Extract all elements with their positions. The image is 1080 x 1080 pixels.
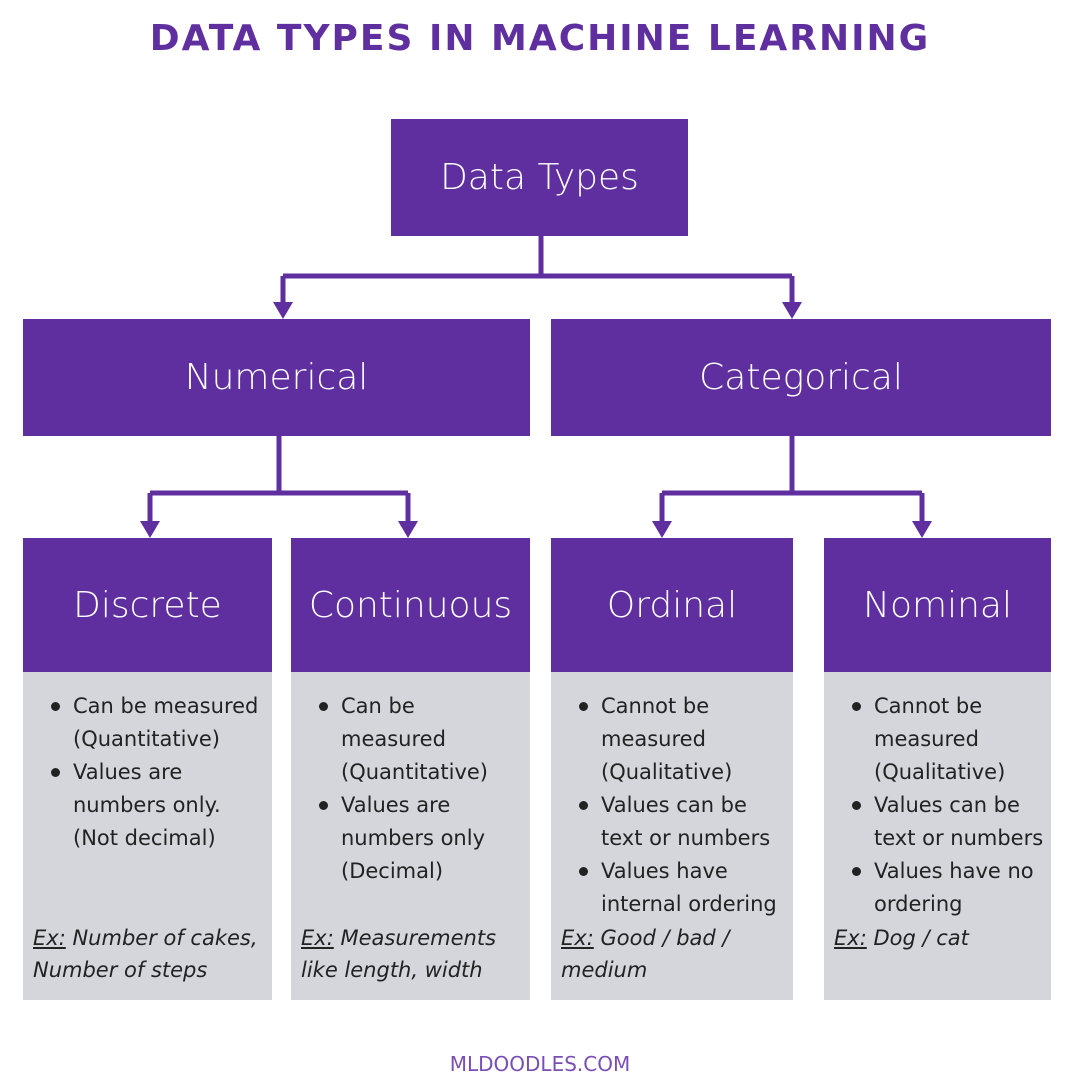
node-label: Continuous	[308, 584, 513, 626]
arrow-down-icon	[140, 521, 160, 538]
node-label: Discrete	[73, 584, 222, 626]
example-text: Ex: Measurements like length, width	[301, 922, 526, 986]
bullet-icon	[51, 702, 60, 711]
list-item: Values can be text or numbers	[834, 789, 1047, 855]
list-item: Values have no ordering	[834, 855, 1047, 921]
bullet-icon	[579, 702, 588, 711]
bullet-icon	[579, 867, 588, 876]
arrow-down-icon	[782, 302, 802, 319]
list-item: Values have internal ordering	[561, 855, 789, 921]
node-label: Nominal	[863, 584, 1012, 626]
list-item: Values can be text or numbers	[561, 789, 789, 855]
example-value: Number of cakes, Number of steps	[33, 926, 258, 982]
bullet-list: Cannot be measured (Qualitative) Values …	[561, 690, 789, 921]
example-text: Ex: Number of cakes, Number of steps	[33, 922, 268, 986]
bullet-icon	[852, 867, 861, 876]
bullet-list: Can be measured (Quantitative) Values ar…	[301, 690, 526, 888]
list-item: Values are numbers only (Decimal)	[301, 789, 526, 888]
arrow-down-icon	[273, 302, 293, 319]
bullet-icon	[319, 702, 328, 711]
bullet-icon	[852, 801, 861, 810]
example-label: Ex:	[301, 926, 334, 950]
example-label: Ex:	[561, 926, 594, 950]
node-nominal: Nominal	[824, 538, 1051, 672]
node-label: Data Types	[440, 157, 639, 198]
list-item: Can be measured (Quantitative)	[33, 690, 268, 756]
list-item: Cannot be measured (Qualitative)	[561, 690, 789, 789]
footer-site-link: MLDOODLES.COM	[449, 1052, 631, 1076]
info-panel-discrete: Can be measured (Quantitative) Values ar…	[23, 672, 272, 1000]
example-label: Ex:	[33, 926, 66, 950]
node-data-types: Data Types	[391, 119, 688, 236]
node-continuous: Continuous	[291, 538, 530, 672]
arrow-down-icon	[652, 521, 672, 538]
arrow-down-icon	[912, 521, 932, 538]
node-label: Numerical	[184, 357, 369, 398]
node-categorical: Categorical	[551, 319, 1051, 436]
bullet-icon	[51, 768, 60, 777]
bullet-list: Can be measured (Quantitative) Values ar…	[33, 690, 268, 855]
bullet-icon	[319, 801, 328, 810]
list-item: Can be measured (Quantitative)	[301, 690, 526, 789]
example-text: Ex: Dog / cat	[834, 922, 1047, 954]
node-numerical: Numerical	[23, 319, 530, 436]
example-value: Dog / cat	[873, 926, 969, 950]
bullet-icon	[852, 702, 861, 711]
info-panel-continuous: Can be measured (Quantitative) Values ar…	[291, 672, 530, 1000]
info-panel-ordinal: Cannot be measured (Qualitative) Values …	[551, 672, 793, 1000]
node-label: Ordinal	[606, 584, 738, 626]
bullet-list: Cannot be measured (Qualitative) Values …	[834, 690, 1047, 921]
info-panel-nominal: Cannot be measured (Qualitative) Values …	[824, 672, 1051, 1000]
node-ordinal: Ordinal	[551, 538, 793, 672]
arrow-down-icon	[398, 521, 418, 538]
example-label: Ex:	[834, 926, 867, 950]
node-label: Categorical	[699, 357, 903, 398]
example-text: Ex: Good / bad / medium	[561, 922, 789, 986]
bullet-icon	[579, 801, 588, 810]
list-item: Values are numbers only. (Not decimal)	[33, 756, 268, 855]
node-discrete: Discrete	[23, 538, 272, 672]
list-item: Cannot be measured (Qualitative)	[834, 690, 1047, 789]
